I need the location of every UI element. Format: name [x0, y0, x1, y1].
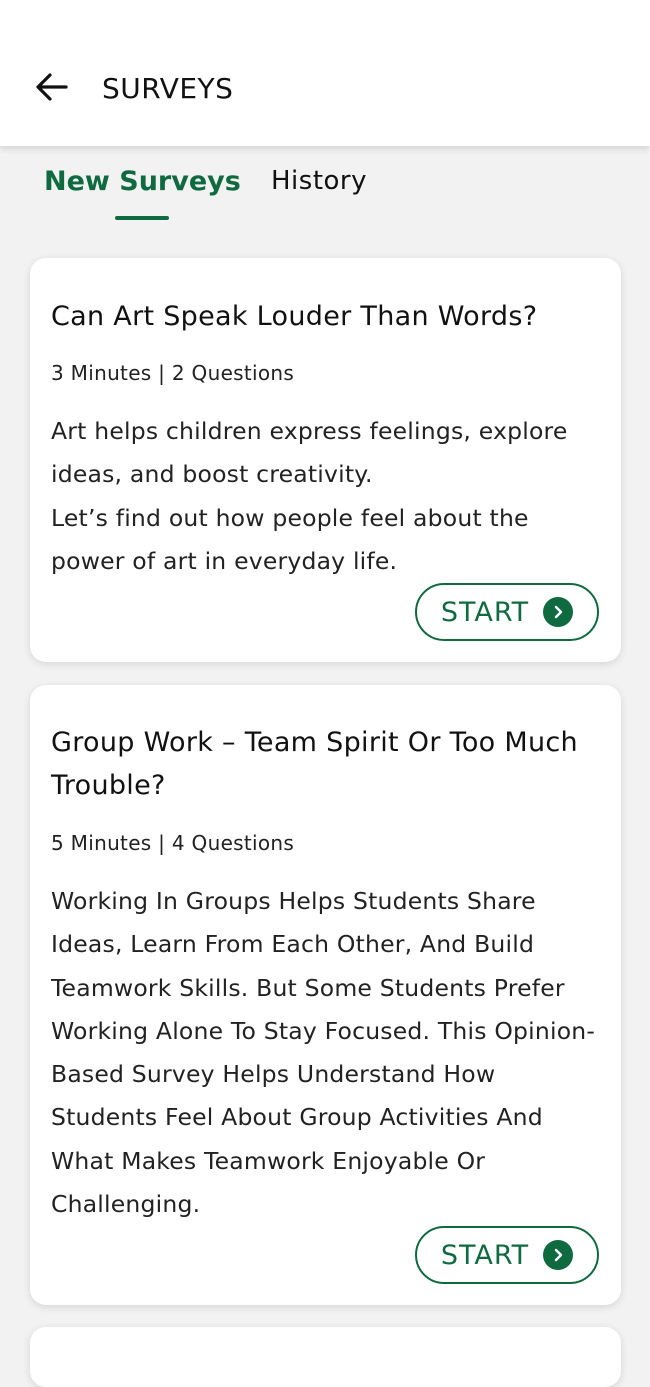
- tab-bar: New Surveys History: [0, 146, 650, 226]
- tab-new-surveys[interactable]: New Surveys: [44, 166, 241, 197]
- arrow-left-icon: [34, 72, 68, 106]
- active-tab-indicator: [115, 216, 169, 220]
- page-title: SURVEYS: [102, 72, 234, 105]
- back-button[interactable]: [28, 66, 74, 112]
- start-button[interactable]: START: [415, 583, 599, 641]
- survey-card: [30, 1327, 621, 1387]
- survey-description-line: Art helps children express feelings, exp…: [51, 417, 568, 489]
- survey-title: Can Art Speak Louder Than Words?: [51, 301, 538, 332]
- survey-card: Can Art Speak Louder Than Words? 3 Minut…: [30, 258, 621, 662]
- survey-description-line: Working In Groups Helps Students Share I…: [51, 887, 596, 1219]
- survey-card: Group Work – Team Spirit Or Too Much Tro…: [30, 685, 621, 1305]
- tab-history[interactable]: History: [271, 166, 367, 196]
- app-bar: SURVEYS: [0, 0, 650, 146]
- start-button-label: START: [440, 596, 530, 628]
- survey-meta: 5 Minutes | 4 Questions: [51, 831, 295, 855]
- survey-description: Working In Groups Helps Students Share I…: [51, 880, 607, 1226]
- survey-description: Art helps children express feelings, exp…: [51, 410, 607, 583]
- start-button[interactable]: START: [415, 1226, 599, 1284]
- survey-description-line: Let’s find out how people feel about the…: [51, 503, 529, 575]
- survey-meta: 3 Minutes | 2 Questions: [51, 361, 295, 385]
- survey-title: Group Work – Team Spirit Or Too Much Tro…: [51, 727, 578, 801]
- start-button-label: START: [440, 1239, 530, 1271]
- chevron-right-circle-icon: [543, 597, 574, 627]
- chevron-right-circle-icon: [543, 1240, 574, 1270]
